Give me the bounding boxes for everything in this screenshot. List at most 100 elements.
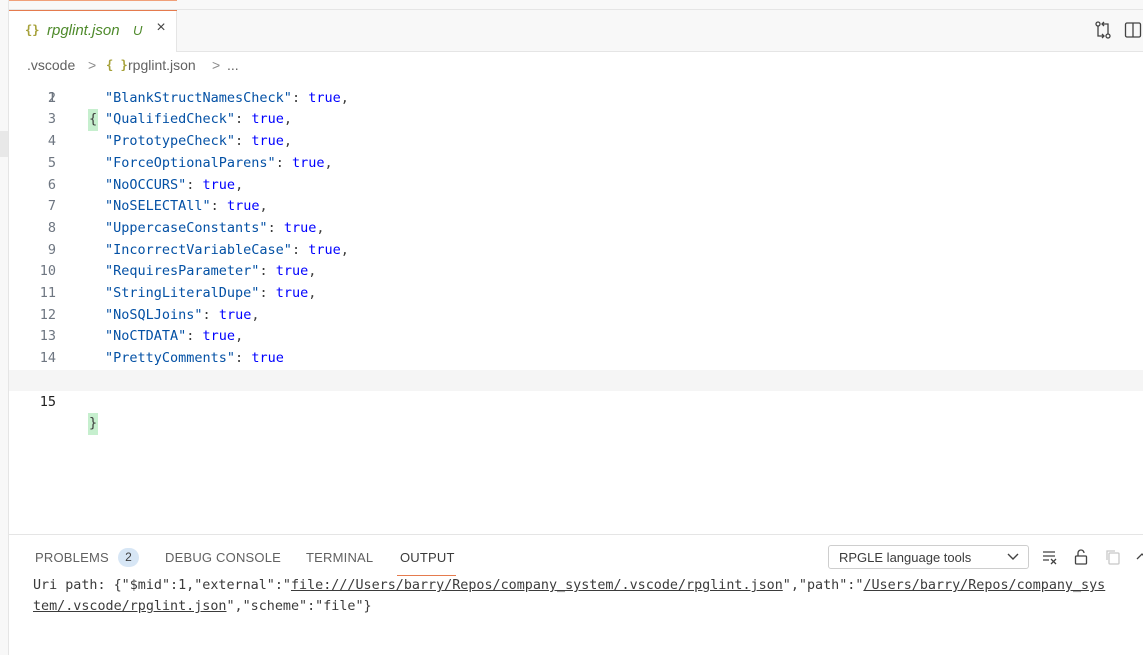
json-property: "BlankStructNamesCheck": true, (105, 88, 349, 110)
comma: , (283, 133, 292, 150)
code-line: 8 "UppercaseConstants": true, (9, 218, 1143, 240)
activity-edge (0, 0, 9, 655)
open-changes-icon[interactable] (1093, 20, 1113, 40)
comma: , (340, 241, 349, 258)
line-number: 5 (47, 154, 56, 171)
json-property: "NoCTDATA": true, (105, 326, 243, 348)
breadcrumb-folder[interactable]: .vscode (27, 57, 75, 73)
chevron-up-icon[interactable] (1133, 548, 1143, 566)
json-property: "NoSQLJoins": true, (105, 305, 259, 327)
output-suffix: ","scheme":"file"} (226, 599, 372, 614)
chevron-right-icon: > (212, 57, 221, 73)
line-number: 9 (47, 241, 56, 258)
code-line: 4 "PrototypeCheck": true, (9, 131, 1143, 153)
json-value: true (275, 263, 309, 280)
output-channel-select[interactable]: RPGLE language tools (828, 545, 1029, 569)
json-key: "ForceOptionalParens" (105, 154, 276, 171)
code-line: 3 "QualifiedCheck": true, (9, 109, 1143, 131)
json-key: "StringLiteralDupe" (105, 285, 260, 301)
json-value: true (308, 89, 341, 106)
bottom-panel: PROBLEMS 2 DEBUG CONSOLE TERMINAL OUTPUT… (9, 534, 1143, 655)
chevron-down-icon (1007, 553, 1019, 560)
colon: : (235, 133, 252, 150)
json-value: true (308, 241, 341, 258)
code-line: 11 "StringLiteralDupe": true, (9, 283, 1143, 305)
lock-open-icon[interactable] (1072, 548, 1090, 566)
json-key: "QualifiedCheck" (105, 111, 236, 128)
code-editor[interactable]: 1 { 2 "BlankStructNamesCheck": true, 3 "Qua… (9, 77, 1143, 534)
tab-active-line (9, 10, 177, 11)
json-key: "PrototypeCheck" (105, 133, 236, 150)
comma: , (340, 89, 349, 106)
json-value: true (291, 154, 325, 171)
json-value: true (251, 111, 284, 128)
code-line: 13 "NoCTDATA": true, (9, 326, 1143, 348)
active-indicator (0, 0, 177, 1)
colon: : (210, 198, 227, 215)
tab-output[interactable]: OUTPUT (400, 550, 455, 565)
json-property: "UppercaseConstants": true, (105, 218, 324, 240)
json-property: "RequiresParameter": true, (105, 261, 316, 283)
json-key: "NoOCCURS" (105, 176, 187, 193)
line-number: 15 (39, 393, 56, 410)
json-key: "NoCTDATA" (105, 328, 187, 345)
line-number: 2 (47, 89, 56, 106)
code-line: 1 { (9, 77, 1143, 132)
json-property: "StringLiteralDupe": true, (105, 283, 316, 305)
untracked-status: U (133, 23, 143, 38)
split-editor-icon[interactable] (1123, 20, 1143, 40)
comma: , (308, 263, 317, 280)
json-value: true (202, 176, 236, 193)
json-property: "NoOCCURS": true, (105, 175, 243, 197)
code-line: 5 "ForceOptionalParens": true, (9, 153, 1143, 175)
json-key: "UppercaseConstants" (105, 219, 268, 236)
json-property: "QualifiedCheck": true, (105, 109, 292, 131)
comma: , (324, 154, 333, 171)
json-key: "NoSQLJoins" (105, 306, 203, 323)
line-number: 4 (47, 133, 56, 150)
code-line: 2 "BlankStructNamesCheck": true, (9, 88, 1143, 110)
json-value: true (275, 285, 309, 301)
colon: : (291, 89, 309, 106)
json-value: true (283, 219, 317, 236)
code-line: 6 "NoOCCURS": true, (9, 175, 1143, 197)
breadcrumb-symbols[interactable]: ... (227, 57, 239, 73)
tab-debug-console[interactable]: DEBUG CONSOLE (165, 550, 281, 565)
comma: , (283, 111, 292, 128)
json-property: "ForceOptionalParens": true, (105, 153, 333, 175)
line-number: 7 (47, 198, 56, 215)
breadcrumb: .vscode > { } rpglint.json > ... (9, 53, 1143, 77)
copy-icon[interactable] (1104, 548, 1122, 566)
json-property: "PrototypeCheck": true, (105, 131, 292, 153)
problems-count-badge: 2 (118, 548, 139, 567)
title-strip (0, 0, 1143, 10)
comma: , (251, 306, 260, 323)
code-line: 14 "PrettyComments": true (9, 348, 1143, 370)
line-number: 10 (39, 263, 56, 280)
line-number: 13 (39, 328, 56, 345)
code-line: 10 "RequiresParameter": true, (9, 261, 1143, 283)
code-line: 9 "IncorrectVariableCase": true, (9, 240, 1143, 262)
breadcrumb-file[interactable]: rpglint.json (128, 57, 196, 73)
tab-problems[interactable]: PROBLEMS (35, 550, 109, 565)
line-number: 12 (39, 306, 56, 323)
close-icon[interactable]: × (153, 20, 169, 36)
colon: : (235, 111, 252, 128)
colon: : (259, 263, 276, 280)
tab-terminal[interactable]: TERMINAL (306, 550, 373, 565)
clear-output-icon[interactable] (1041, 548, 1059, 566)
json-key: "PrettyComments" (105, 350, 236, 367)
json-key: "IncorrectVariableCase" (105, 241, 292, 258)
output-link-external[interactable]: file:///Users/barry/Repos/company_system… (291, 578, 783, 593)
json-braces-icon: {} (25, 23, 40, 37)
comma: , (235, 176, 244, 193)
json-key: "BlankStructNamesCheck" (105, 89, 292, 106)
comma: , (259, 198, 268, 215)
colon: : (235, 350, 252, 367)
comma: , (235, 328, 244, 345)
line-number: 11 (39, 285, 56, 301)
json-value: true (202, 328, 236, 345)
colon: : (259, 285, 276, 301)
tab-rpglint-json[interactable]: {} rpglint.json U × (9, 10, 177, 52)
comma: , (316, 219, 325, 236)
